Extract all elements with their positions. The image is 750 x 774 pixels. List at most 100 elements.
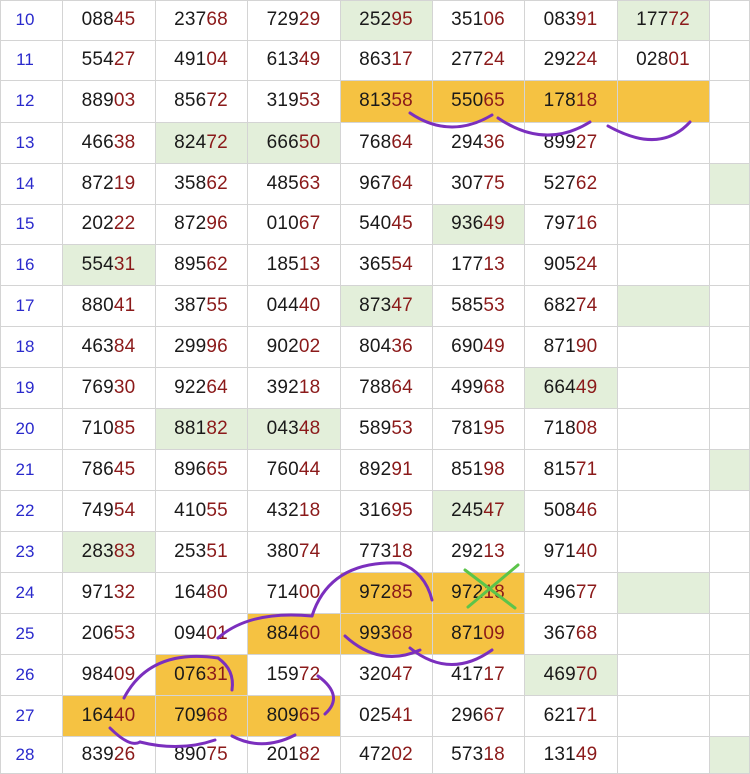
result-cell[interactable]: 709 68 — [155, 695, 247, 736]
result-cell[interactable]: 252 95 — [340, 0, 432, 40]
result-cell[interactable]: 044 40 — [247, 285, 340, 326]
result-cell[interactable]: 936 49 — [432, 204, 524, 244]
result-cell[interactable]: 387 55 — [155, 285, 247, 326]
result-cell[interactable] — [709, 449, 750, 490]
result-cell[interactable]: 028 01 — [617, 40, 709, 80]
result-cell[interactable]: 540 45 — [340, 204, 432, 244]
result-cell[interactable]: 296 67 — [432, 695, 524, 736]
result-cell[interactable]: 025 41 — [340, 695, 432, 736]
result-cell[interactable]: 245 47 — [432, 490, 524, 531]
result-cell[interactable]: 872 19 — [62, 163, 155, 204]
result-cell[interactable]: 206 53 — [62, 613, 155, 654]
result-cell[interactable]: 585 53 — [432, 285, 524, 326]
result-cell[interactable]: 815 71 — [524, 449, 617, 490]
result-cell[interactable]: 773 18 — [340, 531, 432, 572]
result-cell[interactable]: 613 49 — [247, 40, 340, 80]
result-cell[interactable]: 967 64 — [340, 163, 432, 204]
result-cell[interactable] — [709, 490, 750, 531]
result-cell[interactable]: 164 80 — [155, 572, 247, 613]
result-cell[interactable]: 466 38 — [62, 122, 155, 163]
result-cell[interactable]: 316 95 — [340, 490, 432, 531]
result-cell[interactable]: 499 68 — [432, 367, 524, 408]
result-cell[interactable]: 714 00 — [247, 572, 340, 613]
result-cell[interactable]: 749 54 — [62, 490, 155, 531]
result-cell[interactable]: 320 47 — [340, 654, 432, 695]
result-cell[interactable]: 410 55 — [155, 490, 247, 531]
result-cell[interactable]: 496 77 — [524, 572, 617, 613]
result-cell[interactable]: 786 45 — [62, 449, 155, 490]
result-cell[interactable]: 666 50 — [247, 122, 340, 163]
result-cell[interactable] — [617, 490, 709, 531]
result-cell[interactable]: 319 53 — [247, 80, 340, 122]
result-cell[interactable] — [709, 285, 750, 326]
result-cell[interactable]: 463 84 — [62, 326, 155, 367]
result-cell[interactable]: 769 30 — [62, 367, 155, 408]
result-cell[interactable]: 358 62 — [155, 163, 247, 204]
result-cell[interactable] — [709, 531, 750, 572]
result-cell[interactable]: 871 90 — [524, 326, 617, 367]
result-cell[interactable]: 905 24 — [524, 244, 617, 285]
result-cell[interactable]: 809 65 — [247, 695, 340, 736]
result-cell[interactable] — [617, 572, 709, 613]
result-cell[interactable]: 178 18 — [524, 80, 617, 122]
result-cell[interactable] — [617, 613, 709, 654]
result-cell[interactable] — [617, 122, 709, 163]
result-cell[interactable] — [709, 80, 750, 122]
result-cell[interactable]: 159 72 — [247, 654, 340, 695]
result-cell[interactable] — [709, 572, 750, 613]
result-cell[interactable]: 971 40 — [524, 531, 617, 572]
result-cell[interactable]: 839 26 — [62, 736, 155, 774]
result-cell[interactable]: 365 54 — [340, 244, 432, 285]
result-cell[interactable]: 682 74 — [524, 285, 617, 326]
result-cell[interactable]: 527 62 — [524, 163, 617, 204]
result-cell[interactable] — [617, 408, 709, 449]
result-cell[interactable]: 621 71 — [524, 695, 617, 736]
result-cell[interactable]: 351 06 — [432, 0, 524, 40]
result-cell[interactable]: 185 13 — [247, 244, 340, 285]
result-cell[interactable] — [617, 244, 709, 285]
result-cell[interactable]: 872 96 — [155, 204, 247, 244]
result-cell[interactable]: 292 24 — [524, 40, 617, 80]
result-cell[interactable]: 277 24 — [432, 40, 524, 80]
result-cell[interactable]: 508 46 — [524, 490, 617, 531]
result-cell[interactable]: 292 13 — [432, 531, 524, 572]
result-cell[interactable]: 797 16 — [524, 204, 617, 244]
result-cell[interactable]: 299 96 — [155, 326, 247, 367]
result-cell[interactable]: 589 53 — [340, 408, 432, 449]
result-cell[interactable]: 094 01 — [155, 613, 247, 654]
result-cell[interactable]: 573 18 — [432, 736, 524, 774]
result-cell[interactable]: 432 18 — [247, 490, 340, 531]
result-cell[interactable] — [709, 408, 750, 449]
result-cell[interactable]: 768 64 — [340, 122, 432, 163]
result-cell[interactable]: 895 62 — [155, 244, 247, 285]
result-cell[interactable]: 088 45 — [62, 0, 155, 40]
result-cell[interactable]: 881 82 — [155, 408, 247, 449]
result-cell[interactable]: 690 49 — [432, 326, 524, 367]
result-cell[interactable] — [709, 654, 750, 695]
result-cell[interactable]: 472 02 — [340, 736, 432, 774]
result-cell[interactable]: 863 17 — [340, 40, 432, 80]
result-cell[interactable]: 202 22 — [62, 204, 155, 244]
result-cell[interactable]: 664 49 — [524, 367, 617, 408]
result-cell[interactable]: 993 68 — [340, 613, 432, 654]
result-cell[interactable] — [709, 613, 750, 654]
result-cell[interactable]: 899 27 — [524, 122, 617, 163]
result-cell[interactable]: 294 36 — [432, 122, 524, 163]
result-cell[interactable]: 392 18 — [247, 367, 340, 408]
result-cell[interactable]: 469 70 — [524, 654, 617, 695]
result-cell[interactable]: 485 63 — [247, 163, 340, 204]
result-cell[interactable] — [709, 736, 750, 774]
result-cell[interactable]: 367 68 — [524, 613, 617, 654]
result-cell[interactable] — [617, 204, 709, 244]
result-cell[interactable]: 307 75 — [432, 163, 524, 204]
result-cell[interactable] — [617, 654, 709, 695]
result-cell[interactable] — [709, 0, 750, 40]
result-cell[interactable]: 880 41 — [62, 285, 155, 326]
result-cell[interactable]: 984 09 — [62, 654, 155, 695]
result-cell[interactable]: 972 85 — [340, 572, 432, 613]
result-cell[interactable]: 550 65 — [432, 80, 524, 122]
result-cell[interactable]: 253 51 — [155, 531, 247, 572]
result-cell[interactable] — [709, 367, 750, 408]
result-cell[interactable] — [709, 122, 750, 163]
result-cell[interactable]: 804 36 — [340, 326, 432, 367]
